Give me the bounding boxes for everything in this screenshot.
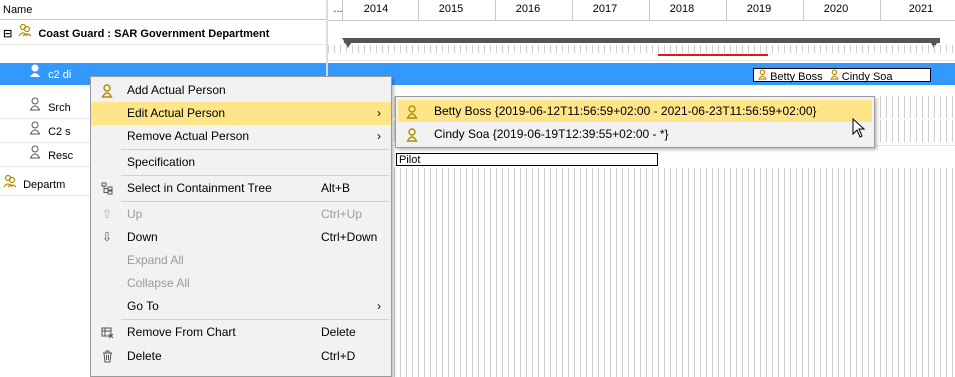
chevron-right-icon: › [377, 299, 381, 313]
chevron-right-icon: › [377, 129, 381, 143]
submenu-item-cindy-soa[interactable]: Cindy Soa {2019-06-19T12:39:55+02:00 - *… [398, 123, 872, 145]
submenu-item-betty-boss[interactable]: Betty Boss {2019-06-12T11:56:59+02:00 - … [398, 100, 872, 122]
menu-item-label: Collapse All [127, 276, 190, 290]
timeline-header: ... 2014 2015 2016 2017 2018 2019 2020 2… [328, 0, 955, 21]
menu-item-label: Edit Actual Person [127, 106, 226, 120]
menu-separator [121, 319, 389, 320]
mouse-cursor-icon [852, 118, 866, 138]
remove-chart-icon [99, 321, 115, 344]
menu-item-edit-actual-person[interactable]: Edit Actual Person › [91, 102, 391, 125]
menu-separator [121, 201, 389, 202]
menu-item-label: Specification [127, 155, 196, 169]
person-icon [28, 119, 42, 142]
person-icon [758, 69, 770, 83]
menu-item-select-in-containment-tree[interactable]: Select in Containment Tree Alt+B [91, 177, 391, 200]
trash-icon [99, 345, 115, 368]
pilot-bar[interactable]: Pilot [396, 153, 658, 166]
menu-item-label: Up [127, 207, 143, 221]
tree-row-coast-guard[interactable]: ⊟ Coast Guard : SAR Government Departmen… [0, 21, 326, 45]
year-label: 2020 [823, 3, 849, 15]
row-separator [328, 60, 955, 61]
year-tick [880, 0, 881, 20]
tree-row-label: Departm [23, 179, 66, 191]
arrow-up-icon: ⇧ [101, 207, 113, 221]
person-icon [404, 123, 420, 145]
menu-item-label: Go To [127, 299, 159, 313]
person-icon [99, 79, 115, 102]
menu-item-label: Remove Actual Person [127, 129, 250, 143]
tree-row-label: Resc [48, 150, 74, 162]
menu-item-add-actual-person[interactable]: Add Actual Person [91, 79, 391, 102]
menu-item-shortcut: Delete [321, 325, 356, 339]
menu-item-down[interactable]: ⇩ Down Ctrl+Down [91, 226, 391, 249]
menu-separator [121, 149, 389, 150]
year-label: 2021 [908, 3, 934, 15]
timeline-chart: ... 2014 2015 2016 2017 2018 2019 2020 2… [328, 0, 955, 377]
menu-item-collapse-all[interactable]: Collapse All [91, 272, 391, 295]
year-label: 2019 [746, 3, 772, 15]
year-label: 2016 [515, 3, 541, 15]
edit-actual-person-submenu: Betty Boss {2019-06-12T11:56:59+02:00 - … [395, 96, 875, 148]
lifeline-tag[interactable]: Betty Boss Cindy Soa [753, 68, 931, 83]
menu-item-shortcut: Ctrl+Up [321, 207, 363, 221]
menu-item-expand-all[interactable]: Expand All [91, 249, 391, 272]
menu-item-go-to[interactable]: Go To › [91, 295, 391, 318]
group-icon [3, 172, 17, 195]
year-tick [803, 0, 804, 20]
person-icon [404, 100, 420, 122]
menu-separator [121, 175, 389, 176]
person-icon [28, 63, 42, 85]
person-icon [28, 143, 42, 166]
lifeline-range-line [658, 54, 768, 56]
submenu-item-label: Cindy Soa {2019-06-19T12:39:55+02:00 - *… [434, 127, 669, 141]
menu-item-label: Down [127, 230, 158, 244]
lifeline-tag-name: Betty Boss [770, 71, 823, 83]
menu-item-label: Delete [127, 349, 162, 363]
year-label: 2014 [363, 3, 389, 15]
year-tick [418, 0, 419, 20]
lifeline-tag-name: Cindy Soa [841, 71, 893, 83]
tree-row-label: c2 di [48, 69, 72, 81]
menu-item-shortcut: Ctrl+Down [321, 230, 378, 244]
year-tick [342, 0, 343, 20]
year-tick [649, 0, 650, 20]
year-label: 2015 [438, 3, 464, 15]
timeline-hatch [328, 45, 955, 53]
year-label: 2018 [669, 3, 695, 15]
menu-item-specification[interactable]: Specification [91, 151, 391, 174]
chevron-right-icon: › [377, 106, 381, 120]
person-icon [28, 95, 42, 118]
group-icon [18, 21, 32, 44]
menu-item-label: Add Actual Person [127, 83, 226, 97]
menu-item-shortcut: Ctrl+D [321, 349, 356, 363]
timeline-hatch [328, 168, 955, 377]
arrow-down-icon: ⇩ [101, 230, 113, 244]
menu-item-shortcut: Alt+B [321, 181, 351, 195]
menu-item-label: Remove From Chart [127, 325, 236, 339]
menu-item-remove-actual-person[interactable]: Remove Actual Person › [91, 125, 391, 148]
tree-row-label: Coast Guard : SAR Government Department [38, 28, 270, 40]
collapse-icon[interactable]: ⊟ [3, 28, 12, 40]
context-menu: Add Actual Person Edit Actual Person › R… [90, 76, 392, 377]
person-icon [829, 69, 842, 83]
summary-bar[interactable] [344, 38, 940, 43]
menu-item-remove-from-chart[interactable]: Remove From Chart Delete [91, 321, 391, 344]
menu-item-label: Expand All [127, 253, 184, 267]
submenu-item-label: Betty Boss {2019-06-12T11:56:59+02:00 - … [434, 104, 817, 118]
menu-item-up[interactable]: ⇧ Up Ctrl+Up [91, 203, 391, 226]
menu-item-label: Select in Containment Tree [127, 181, 272, 195]
tree-row-label: Srch [48, 102, 71, 114]
menu-item-delete[interactable]: Delete Ctrl+D [91, 345, 391, 368]
year-tick [495, 0, 496, 20]
year-tick [726, 0, 727, 20]
year-tick [572, 0, 573, 20]
tree-icon [99, 177, 115, 200]
year-label: 2017 [592, 3, 618, 15]
tree-row-label: C2 s [48, 126, 71, 138]
column-header-name[interactable]: Name [0, 0, 326, 20]
